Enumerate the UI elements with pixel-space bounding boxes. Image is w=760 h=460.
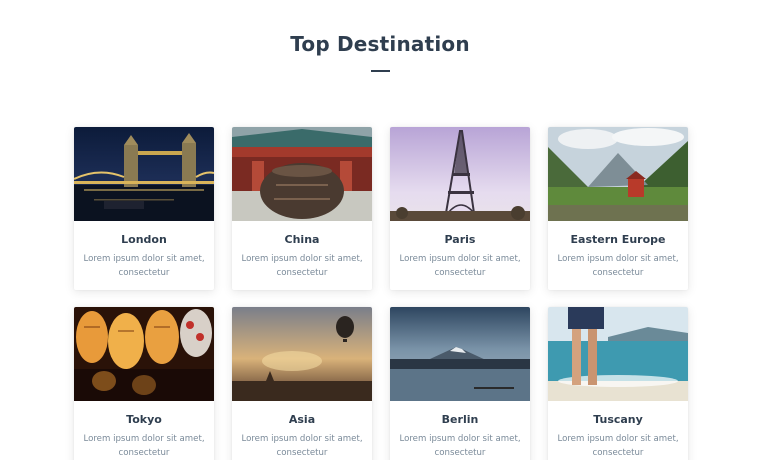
tower-bridge-night-photo[interactable] xyxy=(74,127,214,221)
destination-description: Lorem ipsum dolor sit amet, consectetur xyxy=(399,434,521,458)
destination-description: Lorem ipsum dolor sit amet, consectetur xyxy=(83,434,205,458)
paper-lanterns-photo[interactable] xyxy=(74,307,214,401)
section-title: Top Destination xyxy=(290,32,470,56)
destination-card-paris[interactable]: Paris Lorem ipsum dolor sit amet, consec… xyxy=(390,127,530,290)
eiffel-tower-photo[interactable] xyxy=(390,127,530,221)
destination-card-eastern-europe[interactable]: Eastern Europe Lorem ipsum dolor sit ame… xyxy=(548,127,688,290)
destination-card-tokyo[interactable]: Tokyo Lorem ipsum dolor sit amet, consec… xyxy=(74,307,214,460)
destination-name[interactable]: Tuscany xyxy=(548,413,688,426)
destination-description: Lorem ipsum dolor sit amet, consectetur xyxy=(241,434,363,458)
beach-legs-photo[interactable] xyxy=(548,307,688,401)
destination-card-tuscany[interactable]: Tuscany Lorem ipsum dolor sit amet, cons… xyxy=(548,307,688,460)
destination-name[interactable]: London xyxy=(74,233,214,246)
destination-name[interactable]: Paris xyxy=(390,233,530,246)
destination-card-london[interactable]: London Lorem ipsum dolor sit amet, conse… xyxy=(74,127,214,290)
destination-name[interactable]: China xyxy=(232,233,372,246)
hot-air-balloon-sunset-photo[interactable] xyxy=(232,307,372,401)
destination-name[interactable]: Berlin xyxy=(390,413,530,426)
destination-description: Lorem ipsum dolor sit amet, consectetur xyxy=(557,254,679,278)
destination-description: Lorem ipsum dolor sit amet, consectetur xyxy=(241,254,363,278)
destination-description: Lorem ipsum dolor sit amet, consectetur xyxy=(557,434,679,458)
destination-card-berlin[interactable]: Berlin Lorem ipsum dolor sit amet, conse… xyxy=(390,307,530,460)
destination-name[interactable]: Asia xyxy=(232,413,372,426)
title-underline xyxy=(371,70,390,72)
destination-description: Lorem ipsum dolor sit amet, consectetur xyxy=(83,254,205,278)
destination-name[interactable]: Eastern Europe xyxy=(548,233,688,246)
mountain-valley-house-photo[interactable] xyxy=(548,127,688,221)
lake-mountain-photo[interactable] xyxy=(390,307,530,401)
destination-description: Lorem ipsum dolor sit amet, consectetur xyxy=(399,254,521,278)
destination-name[interactable]: Tokyo xyxy=(74,413,214,426)
destination-card-asia[interactable]: Asia Lorem ipsum dolor sit amet, consect… xyxy=(232,307,372,460)
destination-card-china[interactable]: China Lorem ipsum dolor sit amet, consec… xyxy=(232,127,372,290)
chinese-temple-urn-photo[interactable] xyxy=(232,127,372,221)
